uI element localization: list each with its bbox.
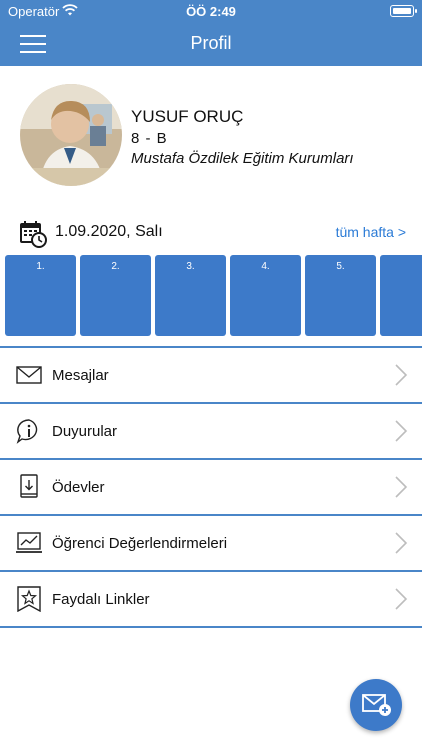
- chart-board-icon: [16, 532, 42, 553]
- calendar-clock-icon: [20, 221, 47, 248]
- compose-mail-icon: [362, 694, 391, 716]
- lesson-tile-2[interactable]: 2.: [80, 255, 151, 336]
- status-bar: Operatör ÖÖ 2:49: [0, 0, 422, 22]
- chevron-right-icon: [395, 420, 408, 442]
- lesson-tiles: 1. 2. 3. 4. 5. 6.: [0, 255, 422, 337]
- schedule-header: 1.09.2020, Salı tüm hafta >: [0, 216, 422, 250]
- page-title: Profil: [190, 33, 232, 53]
- lesson-tile-3[interactable]: 3.: [155, 255, 226, 336]
- nav-bar: Profil: [0, 22, 422, 66]
- schedule-date: 1.09.2020, Salı: [55, 223, 163, 240]
- avatar: [20, 84, 122, 186]
- lesson-tile-6[interactable]: 6.: [380, 255, 422, 336]
- menu-item-announcements[interactable]: Duyurular: [0, 404, 422, 460]
- lesson-tile-4[interactable]: 4.: [230, 255, 301, 336]
- student-class: 8 - B: [131, 130, 168, 147]
- chevron-right-icon: [395, 532, 408, 554]
- menu-item-useful-links[interactable]: Faydalı Linkler: [0, 572, 422, 628]
- star-bookmark-icon: [17, 586, 41, 612]
- menu-list: Mesajlar Duyurular Ödevler Öğrenci Değer…: [0, 348, 422, 628]
- menu-item-homework[interactable]: Ödevler: [0, 460, 422, 516]
- lesson-tile-5[interactable]: 5.: [305, 255, 376, 336]
- all-week-link[interactable]: tüm hafta >: [336, 224, 406, 240]
- student-name: YUSUF ORUÇ: [131, 107, 244, 126]
- menu-item-label: Mesajlar: [52, 367, 109, 384]
- menu-item-evaluations[interactable]: Öğrenci Değerlendirmeleri: [0, 516, 422, 572]
- chevron-right-icon: [395, 588, 408, 610]
- menu-item-label: Faydalı Linkler: [52, 591, 150, 608]
- profile-card: YUSUF ORUÇ 8 - B Mustafa Özdilek Eğitim …: [0, 66, 422, 196]
- menu-item-label: Öğrenci Değerlendirmeleri: [52, 535, 228, 552]
- menu-item-messages[interactable]: Mesajlar: [0, 348, 422, 404]
- info-icon: [16, 419, 38, 444]
- school-name: Mustafa Özdilek Eğitim Kurumları: [131, 150, 354, 167]
- lesson-tile-1[interactable]: 1.: [5, 255, 76, 336]
- battery-icon: [390, 5, 417, 17]
- new-message-button[interactable]: [350, 679, 402, 731]
- menu-item-label: Duyurular: [52, 423, 118, 440]
- clock-label: ÖÖ 2:49: [186, 4, 236, 19]
- envelope-icon: [16, 366, 42, 384]
- chevron-right-icon: [395, 476, 408, 498]
- menu-item-label: Ödevler: [52, 479, 105, 496]
- homework-book-icon: [20, 474, 38, 498]
- chevron-right-icon: [395, 364, 408, 386]
